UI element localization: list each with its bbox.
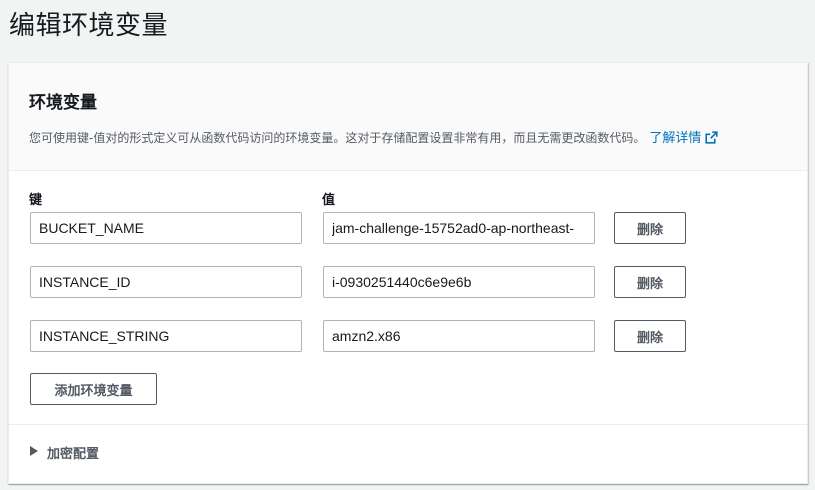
key-column-label: 键 [29, 193, 43, 208]
remove-button[interactable]: 删除 [614, 320, 686, 352]
panel-header: 环境变量 您可使用键-值对的形式定义可从函数代码访问的环境变量。这对于存储配置设… [9, 63, 807, 171]
remove-button[interactable]: 删除 [614, 266, 686, 298]
env-value-input[interactable] [323, 320, 595, 352]
external-link-icon [705, 131, 718, 150]
divider [9, 424, 807, 425]
value-column-label: 值 [322, 193, 336, 208]
remove-button[interactable]: 删除 [614, 212, 686, 244]
description-text: 您可使用键-值对的形式定义可从函数代码访问的环境变量。这对于存储配置设置非常有用… [29, 131, 646, 145]
panel-title: 环境变量 [29, 93, 97, 113]
env-value-input[interactable] [323, 212, 595, 244]
env-vars-panel: 环境变量 您可使用键-值对的形式定义可从函数代码访问的环境变量。这对于存储配置设… [8, 62, 808, 484]
env-value-input[interactable] [323, 266, 595, 298]
learn-more-label: 了解详情 [649, 131, 702, 146]
caret-right-icon [29, 445, 39, 461]
env-key-input[interactable] [30, 320, 302, 352]
panel-description: 您可使用键-值对的形式定义可从函数代码访问的环境变量。这对于存储配置设置非常有用… [29, 129, 718, 150]
encryption-config-label: 加密配置 [47, 447, 100, 462]
learn-more-link[interactable]: 了解详情 [649, 131, 718, 146]
env-key-input[interactable] [30, 212, 302, 244]
env-key-input[interactable] [30, 266, 302, 298]
page-title: 编辑环境变量 [9, 11, 169, 41]
add-env-var-button[interactable]: 添加环境变量 [30, 373, 157, 405]
encryption-config-toggle[interactable]: 加密配置 [29, 443, 99, 462]
